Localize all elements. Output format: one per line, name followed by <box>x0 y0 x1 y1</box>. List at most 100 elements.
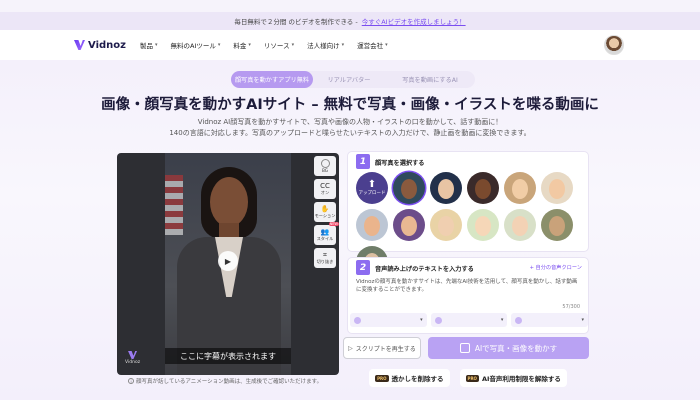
nav-item-pricing[interactable]: 料金 ▾ <box>233 40 251 50</box>
voice-select[interactable]: ▾ <box>430 313 508 327</box>
face-option[interactable] <box>393 209 425 241</box>
pro-features: PRO 透かしを削除する PRO AI音声利用制限を解除する <box>347 366 589 390</box>
watermark-text: Vidnoz <box>125 360 141 365</box>
tool-crop[interactable]: ⌗ 切り抜き <box>314 248 336 268</box>
face-option[interactable] <box>393 172 425 204</box>
subtitle-line-2: 140の言語に対応します。写真のアップロードと喋らせたいテキストの入力だけで、静… <box>169 129 531 137</box>
chevron-down-icon: ▾ <box>154 42 158 48</box>
play-icon: ▶ <box>224 256 232 266</box>
avatar-face <box>210 177 248 227</box>
face-portrait <box>512 216 528 236</box>
face-option[interactable] <box>430 209 462 241</box>
nav-item-label: 無料のAIツール <box>170 42 216 50</box>
chevron-down-icon: ▾ <box>385 42 388 48</box>
step-select-photo: 1 顔写真を選択する ⬆ アップロード <box>347 151 589 278</box>
tab-real-avatar[interactable]: リアルアバター <box>313 71 385 88</box>
tool-captions[interactable]: CC オン <box>314 179 336 199</box>
nav-item-products[interactable]: 製品 ▾ <box>140 40 158 50</box>
nav-item-label: 法人様向け <box>307 42 340 50</box>
language-icon <box>354 316 361 324</box>
emotion-select[interactable]: ▾ <box>511 313 589 327</box>
promo-bar: 毎日無料で２分間 のビデオを制作できる - 今すぐAIビデオを作成しましょう！ <box>0 12 700 30</box>
top-nav: Vidnoz 製品 ▾ 無料のAIツール ▾ 料金 ▾ リソース ▾ 法人様向け ▾ 運営… <box>0 30 700 60</box>
logo-text: Vidnoz <box>88 39 126 51</box>
nav-item-business[interactable]: 法人様向け ▾ <box>307 40 344 50</box>
video-tools: BG CC オン ✋ モーション NEW 👥 スタイル ⌗ 切り抜き <box>314 156 339 268</box>
promo-text: 毎日無料で２分間 のビデオを制作できる - <box>234 18 358 26</box>
step-enter-text: 2 音声読み上げのテキストを入力する + 自分の音声クローン Vidnozの顔写… <box>347 257 589 334</box>
tool-style[interactable]: NEW 👥 スタイル <box>314 222 339 245</box>
tool-background[interactable]: BG <box>314 156 336 176</box>
face-option[interactable] <box>541 209 573 241</box>
voice-clone-link[interactable]: + 自分の音声クローン <box>530 264 582 271</box>
face-option[interactable] <box>504 172 536 204</box>
play-button[interactable]: ▶ <box>218 251 238 271</box>
vidnoz-logo-icon <box>74 40 85 50</box>
preview-note: i 顔写真が話しているアニメーション動画は、生成後でご確認いただけます。 <box>128 377 322 385</box>
button-label: AIで写真・画像を動かす <box>474 343 558 353</box>
chevron-down-icon: ▾ <box>341 42 345 48</box>
page-title: 画像・顔写真を動かすAIサイト – 無料で写真・画像・イラストを喋る動画に <box>101 97 599 113</box>
subtitle-line-1: Vidnoz AI顔写真を動かすサイトで、写真や画像の人物・イラストの口を動かし… <box>197 118 503 126</box>
nav-item-free-ai-tools[interactable]: 無料のAIツール ▾ <box>170 40 220 50</box>
tool-label: BG <box>321 168 329 173</box>
script-textarea[interactable]: Vidnozの顔写真を動かすサイトは、先端なAI技術を活用して、顔写真を動かし、… <box>356 278 582 294</box>
step-number: 2 <box>356 260 370 275</box>
tool-motion[interactable]: ✋ モーション <box>314 202 336 222</box>
animate-icon <box>459 343 470 353</box>
video-preview[interactable]: ▶ ここに字幕が表示されます Vidnoz <box>117 153 339 375</box>
vidnoz-logo[interactable]: Vidnoz <box>74 40 126 51</box>
step-number: 1 <box>356 154 370 169</box>
tab-photo-animate[interactable]: 顔写真を動かすアプリ無料 <box>231 71 313 88</box>
cc-icon: CC <box>320 182 330 190</box>
remove-watermark-button[interactable]: PRO 透かしを削除する <box>369 369 450 387</box>
pro-badge: PRO <box>465 374 479 382</box>
tab-photo-to-video[interactable]: 写真を動画にするAI <box>385 71 475 88</box>
face-portrait <box>549 216 565 236</box>
tool-label: モーション <box>314 213 336 218</box>
nav-item-label: 運営会社 <box>357 42 384 50</box>
face-option[interactable] <box>356 209 388 241</box>
face-option[interactable] <box>541 172 573 204</box>
page-subtitle: Vidnoz AI顔写真を動かすサイトで、写真や画像の人物・イラストの口を動かし… <box>0 117 700 139</box>
pro-label: 透かしを削除する <box>391 375 444 383</box>
nav-item-company[interactable]: 運営会社 ▾ <box>357 40 388 50</box>
face-option[interactable] <box>504 209 536 241</box>
unlock-voice-button[interactable]: PRO AI音声利用制限を解除する <box>459 369 567 387</box>
new-badge: NEW <box>328 222 339 226</box>
animate-photo-button[interactable]: AIで写真・画像を動かす <box>428 337 589 359</box>
pro-badge: PRO <box>375 374 389 382</box>
info-icon: i <box>128 378 134 384</box>
face-portrait <box>438 179 454 199</box>
promo-link[interactable]: 今すぐAIビデオを作成しましょう！ <box>362 16 466 26</box>
chevron-down-icon: ▾ <box>217 42 221 48</box>
face-portrait <box>475 179 491 199</box>
face-portrait <box>364 216 380 236</box>
subtitle-caption: ここに字幕が表示されます <box>165 348 291 364</box>
face-portrait <box>401 216 417 236</box>
player-watermark: Vidnoz <box>125 351 140 366</box>
language-select[interactable]: ▾ <box>350 313 427 327</box>
upload-photo-button[interactable]: ⬆ アップロード <box>356 172 388 204</box>
feature-tabs: 顔写真を動かすアプリ無料 リアルアバター 写真を動画にするAI <box>231 71 475 88</box>
note-text: 顔写真が話しているアニメーション動画は、生成後でご確認いただけます。 <box>136 379 323 385</box>
tool-label: オン <box>320 190 330 195</box>
chevron-down-icon: ▾ <box>291 42 295 48</box>
button-label: スクリプトを再生する <box>355 345 416 353</box>
face-option[interactable] <box>467 172 499 204</box>
nav-item-label: リソース <box>263 42 290 50</box>
style-icon: 👥 <box>320 228 330 236</box>
tool-label: 切り抜き <box>316 259 334 264</box>
motion-icon: ✋ <box>320 205 330 213</box>
user-avatar[interactable] <box>604 35 624 55</box>
play-script-button[interactable]: ▷ スクリプトを再生する <box>343 337 421 359</box>
step-title: 顔写真を選択する <box>375 160 425 167</box>
face-portrait <box>549 179 565 199</box>
nav-item-resources[interactable]: リソース ▾ <box>264 40 294 50</box>
chevron-down-icon: ▾ <box>500 317 504 323</box>
char-counter: 57/300 <box>562 304 580 310</box>
face-option[interactable] <box>430 172 462 204</box>
upload-icon: ⬆ <box>367 179 377 190</box>
play-icon: ▷ <box>348 344 353 352</box>
face-option[interactable] <box>467 209 499 241</box>
